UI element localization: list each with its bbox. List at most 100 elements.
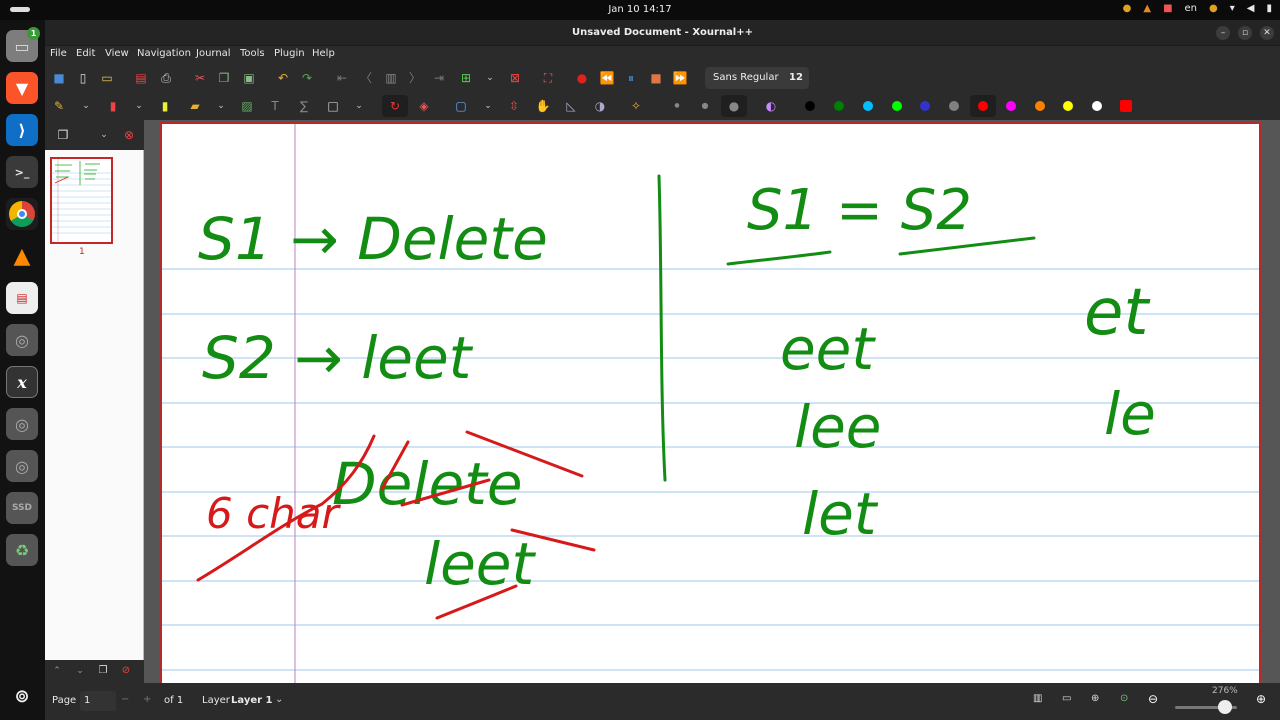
chevron-down-icon[interactable]: ⌄ [482,70,498,86]
copy-icon[interactable]: ❐ [216,70,232,86]
stop-icon[interactable]: ■ [648,70,664,86]
close-sidebar-icon[interactable]: ⊗ [121,127,137,143]
disk-icon[interactable]: ◎ [6,450,38,482]
open-folder-icon[interactable]: ▭ [99,70,115,86]
menu-journal[interactable]: Journal [196,48,231,59]
maximize-button[interactable]: ▫ [1238,26,1252,40]
menu-file[interactable]: File [50,48,67,59]
fast-forward-icon[interactable]: ⏩ [672,70,688,86]
setsquare-icon[interactable]: ◺ [563,98,579,114]
color-red[interactable] [978,101,988,111]
chevron-down-icon[interactable]: ⌄ [480,98,496,114]
next-page-icon[interactable]: 〉 [407,70,423,86]
page-preview-icon[interactable]: ❐ [55,127,71,143]
chevron-down-icon[interactable]: ⌄ [275,694,283,705]
xournal-icon[interactable]: x [6,366,38,398]
menu-tools[interactable]: Tools [240,48,265,59]
color-light-green[interactable] [892,101,902,111]
app-grid-icon[interactable]: ⊚ [6,680,38,712]
lasso-icon[interactable]: ↻ [387,98,403,114]
menu-navigation[interactable]: Navigation [137,48,191,59]
color-blue[interactable] [920,101,930,111]
select-object-icon[interactable]: ◈ [416,98,432,114]
menu-plugin[interactable]: Plugin [274,48,305,59]
two-page-view-icon[interactable]: ▥ [1033,693,1042,704]
thin-size-icon[interactable]: ● [669,98,685,114]
color-light-blue[interactable] [863,101,873,111]
chevron-down-icon[interactable]: ⌄ [96,127,112,143]
clock[interactable]: Jan 10 14:17 [0,4,1280,15]
disk-icon[interactable]: ◎ [6,408,38,440]
chevron-down-icon[interactable]: ⌄ [131,98,147,114]
color-magenta[interactable] [1006,101,1016,111]
hand-icon[interactable]: ✋ [535,98,551,114]
eraser-icon[interactable]: ▮ [105,98,121,114]
thick-size-icon[interactable]: ● [726,98,742,114]
insert-space-icon[interactable]: ⇳ [506,98,522,114]
last-page-icon[interactable]: ⇥ [431,70,447,86]
page-increment-icon[interactable]: + [143,694,151,705]
copy-page-icon[interactable]: ❐ [95,663,111,679]
trash-icon[interactable]: ♻ [6,534,38,566]
layer-selector[interactable]: Layer 1 [231,695,272,706]
delete-page-icon[interactable]: ⊘ [118,663,134,679]
brave-icon[interactable]: ▼ [6,72,38,104]
zoom-100-icon[interactable]: ⊙ [1120,693,1128,704]
pause-icon[interactable]: ⏸ [623,70,639,86]
close-button[interactable]: ✕ [1260,26,1274,40]
paste-icon[interactable]: ▣ [241,70,257,86]
compass-icon[interactable]: ◑ [592,98,608,114]
system-tray[interactable]: ● ▲ ■ en ● ▾ ◀ ▮ [1123,3,1272,14]
redo-icon[interactable]: ↷ [299,70,315,86]
language-indicator[interactable]: en [1185,3,1198,14]
shapes-icon[interactable]: ▰ [187,98,203,114]
disk-icon[interactable]: ◎ [6,324,38,356]
goto-page-icon[interactable]: ▥ [383,70,399,86]
move-page-down-icon[interactable]: ⌄ [72,663,88,679]
zoom-slider-handle[interactable] [1218,700,1232,714]
ssd-icon[interactable]: SSD [6,492,38,524]
color-orange[interactable] [1035,101,1045,111]
vertical-space-icon[interactable]: ▢ [453,98,469,114]
undo-icon[interactable]: ↶ [275,70,291,86]
image-icon[interactable]: ▨ [239,98,255,114]
previous-page-icon[interactable]: 〈 [358,70,374,86]
record-icon[interactable]: ● [574,70,590,86]
font-selector[interactable]: Sans Regular 12 [705,67,809,89]
presentation-view-icon[interactable]: ▭ [1062,693,1071,704]
rectangle-select-icon[interactable]: □ [325,98,341,114]
zoom-fit-icon[interactable]: ⊕ [1091,693,1099,704]
page-thumbnail[interactable] [50,157,113,244]
play-object-icon[interactable]: ✧ [628,98,644,114]
minimize-button[interactable]: – [1216,26,1230,40]
terminal-icon[interactable]: >_ [6,156,38,188]
fullscreen-icon[interactable]: ⛶ [540,70,556,86]
fill-icon[interactable]: ◐ [763,98,779,114]
cut-icon[interactable]: ✂ [192,70,208,86]
ink-layer[interactable]: S1 → Delete S2 → leet Delete leet S1 = S… [162,124,1259,683]
move-page-up-icon[interactable]: ⌃ [49,663,65,679]
page-number-input[interactable]: 1 [80,691,116,711]
save-icon[interactable]: ■ [51,70,67,86]
custom-color[interactable] [1120,100,1132,112]
vlc-icon[interactable]: ▲ [6,240,38,272]
delete-page-icon[interactable]: ⊠ [507,70,523,86]
latex-icon[interactable]: ∑ [296,98,312,114]
files-icon[interactable]: ▭ 1 [6,27,40,62]
zoom-out-icon[interactable]: ⊖ [1148,692,1158,706]
text-icon[interactable]: T [267,98,283,114]
export-pdf-icon[interactable]: ▤ [133,70,149,86]
color-gray[interactable] [949,101,959,111]
color-black[interactable] [805,101,815,111]
chevron-down-icon[interactable]: ⌄ [78,98,94,114]
highlighter-icon[interactable]: ▮ [157,98,173,114]
document-viewer-icon[interactable]: ▤ [6,282,38,314]
color-yellow[interactable] [1063,101,1073,111]
medium-size-icon[interactable]: ● [697,98,713,114]
page-decrement-icon[interactable]: − [121,694,129,705]
chevron-down-icon[interactable]: ⌄ [351,98,367,114]
add-page-icon[interactable]: ⊞ [458,70,474,86]
document-page[interactable]: S1 → Delete S2 → leet Delete leet S1 = S… [160,122,1261,683]
menu-edit[interactable]: Edit [76,48,95,59]
chevron-down-icon[interactable]: ⌄ [213,98,229,114]
